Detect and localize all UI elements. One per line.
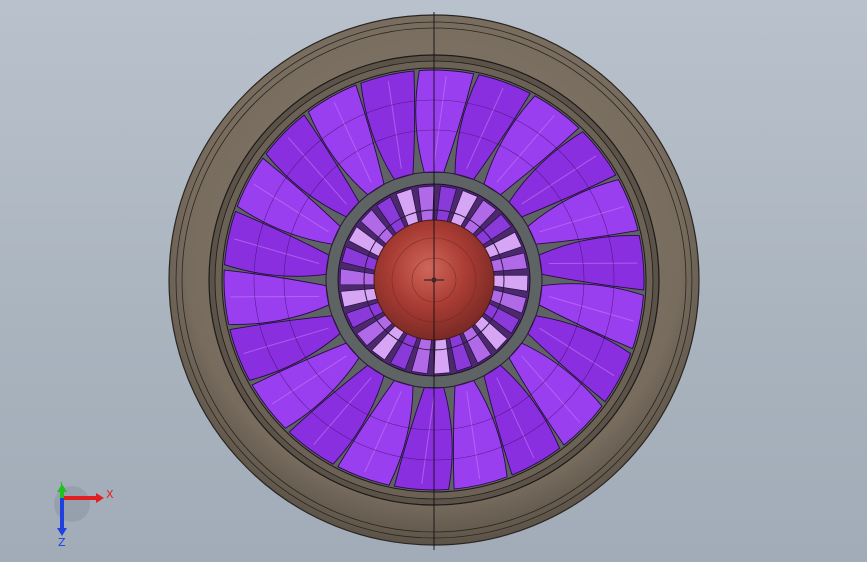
graphics-viewport[interactable]: X Y Z xyxy=(0,0,867,562)
x-axis-arrowhead xyxy=(96,493,104,503)
fan-engine-model[interactable] xyxy=(0,0,867,562)
y-axis-label: Y xyxy=(57,482,65,488)
z-axis-label: Z xyxy=(58,536,66,549)
z-axis-arrowhead xyxy=(57,528,67,536)
x-axis-label: X xyxy=(106,488,114,501)
reference-triad: X Y Z xyxy=(54,482,114,549)
